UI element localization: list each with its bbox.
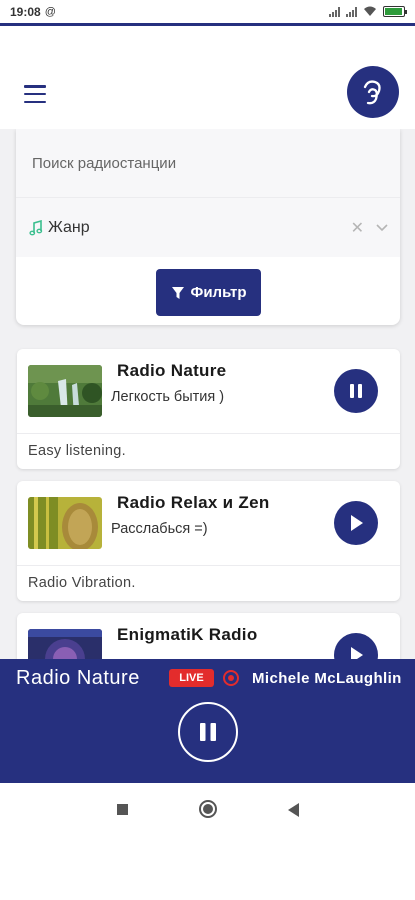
search-card: Жанр ✕ Фильтр <box>16 129 400 325</box>
play-icon <box>351 515 363 531</box>
station-thumbnail <box>28 365 102 417</box>
status-icons <box>329 6 407 17</box>
signal-2-icon <box>346 6 357 17</box>
live-badge: LIVE <box>169 669 214 687</box>
genre-label: Жанр <box>48 218 90 236</box>
play-icon <box>351 647 363 659</box>
station-name: EnigmatiK Radio <box>117 625 258 644</box>
logo-glyph-icon <box>363 80 381 105</box>
funnel-icon <box>171 286 184 299</box>
station-thumbnail <box>28 497 102 549</box>
chevron-down-icon[interactable] <box>376 220 388 235</box>
app-logo <box>347 66 399 118</box>
station-play-button[interactable] <box>334 633 378 659</box>
card-divider <box>17 565 400 566</box>
signal-icon <box>329 6 340 17</box>
recents-icon[interactable] <box>117 804 128 815</box>
app-bar <box>0 29 415 129</box>
hamburger-icon[interactable] <box>24 85 46 103</box>
record-icon[interactable] <box>223 670 239 686</box>
station-card-enigmatik-radio[interactable]: EnigmatiK Radio <box>17 613 400 659</box>
status-bar: 19:08 @ <box>0 0 415 26</box>
pause-icon <box>200 723 216 741</box>
pause-icon <box>350 384 362 398</box>
clear-genre-icon[interactable]: ✕ <box>351 218 364 238</box>
now-playing-station: Radio Nature <box>16 667 140 689</box>
station-track: Легкость бытия ) <box>111 389 225 405</box>
station-search-input[interactable] <box>16 129 400 197</box>
station-name: Radio Relax и Zen <box>117 493 270 512</box>
station-card-radio-relax-zen[interactable]: Radio Relax и Zen Расслабься =) Radio Vi… <box>17 481 400 601</box>
station-track: Расслабься =) <box>111 521 208 537</box>
station-name: Radio Nature <box>117 361 227 380</box>
station-pause-button[interactable] <box>334 369 378 413</box>
station-description: Radio Vibration. <box>28 575 136 591</box>
player-pause-button[interactable] <box>178 702 238 762</box>
now-playing-bar: Radio Nature LIVE Michele McLaughlin <box>0 659 415 783</box>
station-play-button[interactable] <box>334 501 378 545</box>
station-thumbnail <box>28 629 102 659</box>
system-nav-bar <box>0 783 415 833</box>
main-content: Жанр ✕ Фильтр Radio Nature Легкость бы <box>0 129 415 659</box>
filter-button-label: Фильтр <box>190 284 247 301</box>
genre-select[interactable]: Жанр ✕ <box>16 197 400 257</box>
station-description: Easy listening. <box>28 443 126 459</box>
home-icon[interactable] <box>199 800 217 818</box>
now-playing-artist: Michele McLaughlin <box>252 670 402 687</box>
battery-icon <box>383 6 407 17</box>
music-note-icon <box>29 219 43 235</box>
wifi-icon <box>364 6 376 16</box>
station-card-radio-nature[interactable]: Radio Nature Легкость бытия ) Easy liste… <box>17 349 400 469</box>
back-icon[interactable] <box>288 803 299 817</box>
status-time: 19:08 <box>10 4 41 19</box>
card-divider <box>17 433 400 434</box>
status-notification-icon: @ <box>44 5 56 18</box>
filter-button[interactable]: Фильтр <box>156 269 261 316</box>
